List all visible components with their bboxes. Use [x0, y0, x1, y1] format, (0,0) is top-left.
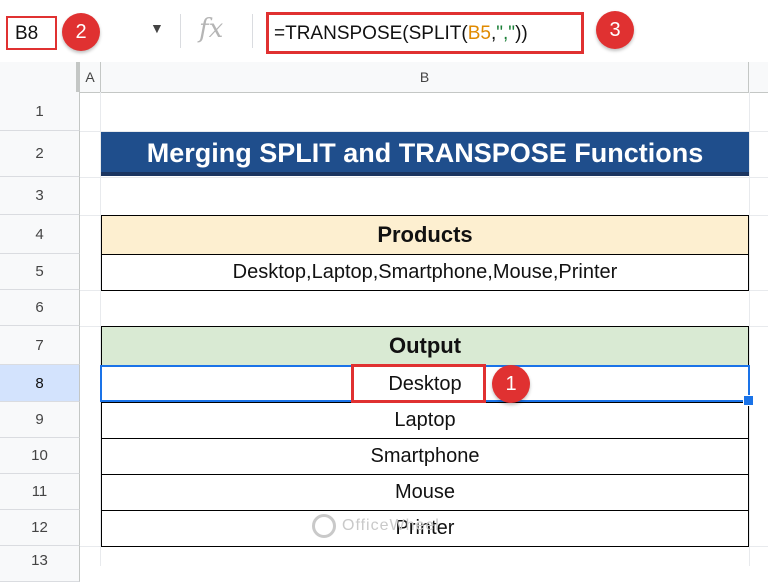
column-gridline	[749, 92, 750, 566]
callout-badge-1: 1	[492, 365, 530, 403]
row-header-11[interactable]: 11	[0, 474, 80, 510]
select-all-corner[interactable]	[0, 62, 80, 92]
row-header-12[interactable]: 12	[0, 510, 80, 546]
formula-bar: B8 2 ▼ fx =TRANSPOSE(SPLIT(B5,",")) 3	[0, 0, 768, 63]
row-header-2[interactable]: 2	[0, 131, 80, 177]
row-header-9[interactable]: 9	[0, 402, 80, 438]
formula-delimiter-string: ","	[496, 23, 516, 44]
output-header-cell[interactable]: Output	[101, 326, 749, 366]
column-header-a[interactable]: A	[80, 62, 101, 92]
function-icon: fx	[199, 14, 224, 44]
row-header-3[interactable]: 3	[0, 177, 80, 215]
output-cell-smartphone[interactable]: Smartphone	[101, 438, 749, 475]
fill-handle[interactable]	[743, 395, 754, 406]
products-value-cell[interactable]: Desktop,Laptop,Smartphone,Mouse,Printer	[101, 254, 749, 291]
output-cell-laptop[interactable]: Laptop	[101, 402, 749, 439]
name-box[interactable]: B8	[6, 16, 57, 50]
output-cell-mouse[interactable]: Mouse	[101, 474, 749, 511]
row-header-5[interactable]: 5	[0, 254, 80, 290]
sheet-title-cell[interactable]: Merging SPLIT and TRANSPOSE Functions	[101, 132, 749, 176]
name-box-dropdown-icon[interactable]: ▼	[150, 20, 164, 36]
row-header-7[interactable]: 7	[0, 326, 80, 365]
formula-cell-ref: B5	[467, 23, 491, 44]
formula-suffix: ))	[515, 23, 528, 44]
watermark-icon	[312, 514, 336, 538]
row-header-8[interactable]: 8	[0, 365, 80, 402]
callout-badge-3: 3	[596, 11, 634, 49]
formula-prefix: =TRANSPOSE(SPLIT(	[274, 23, 468, 44]
products-header-cell[interactable]: Products	[101, 215, 749, 255]
column-header-b[interactable]: B	[101, 62, 749, 92]
formula-input[interactable]: =TRANSPOSE(SPLIT(B5,","))	[266, 12, 584, 54]
row-header-13[interactable]: 13	[0, 546, 80, 582]
row-header-1[interactable]: 1	[0, 92, 80, 131]
row-header-4[interactable]: 4	[0, 215, 80, 254]
watermark-text: OfficeWheel	[342, 517, 440, 534]
callout-badge-2: 2	[62, 13, 100, 51]
callout-highlight-desktop	[351, 364, 486, 403]
divider	[180, 14, 181, 48]
watermark-logo: OfficeWheel	[312, 512, 462, 544]
column-header-row: A B	[0, 62, 768, 93]
row-header-10[interactable]: 10	[0, 438, 80, 474]
row-gridline	[80, 177, 768, 178]
divider	[252, 14, 253, 48]
row-header-6[interactable]: 6	[0, 290, 80, 326]
